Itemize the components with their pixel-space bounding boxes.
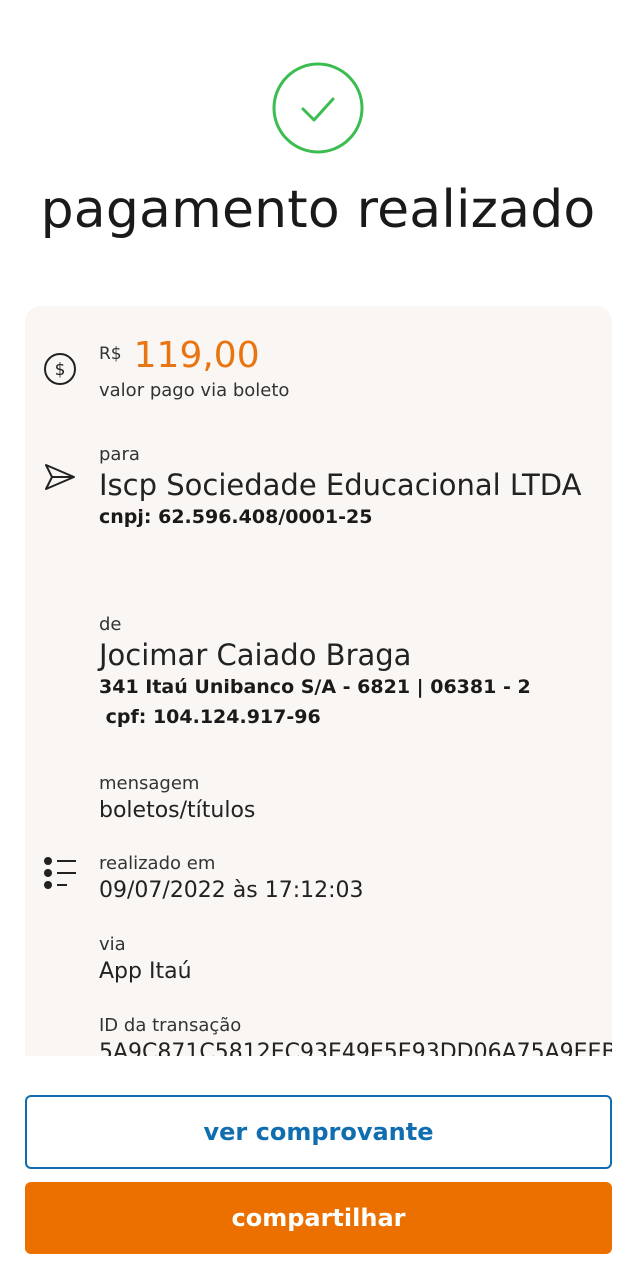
payer-label: de: [99, 614, 122, 635]
date-label: realizado em: [99, 853, 216, 874]
send-icon: [45, 464, 75, 490]
amount-value: 119,00: [133, 335, 260, 376]
recipient-section: para Iscp Sociedade Educacional LTDA cnp…: [99, 444, 602, 532]
currency-symbol: R$: [99, 344, 122, 364]
payer-document: cpf: 104.124.917-96: [99, 706, 321, 728]
page-title: pagamento realizado: [40, 180, 596, 240]
share-button[interactable]: compartilhar: [25, 1182, 612, 1254]
payer-section: de Jocimar Caiado Braga 341 Itaú Unibanc…: [99, 614, 602, 732]
channel-label: via: [99, 934, 126, 955]
transaction-section: ID da transação 5A9C871C5812EC93E49E5E93…: [99, 1015, 612, 1056]
check-circle-icon: [272, 62, 364, 154]
transaction-id: 5A9C871C5812EC93E49E5E93DD06A75A9EEBD: [99, 1040, 612, 1056]
date-value: 09/07/2022 às 17:12:03: [99, 878, 364, 903]
date-section: realizado em 09/07/2022 às 17:12:03: [99, 853, 602, 905]
message-label: mensagem: [99, 773, 200, 794]
transaction-label: ID da transação: [99, 1015, 242, 1036]
svg-text:$: $: [55, 360, 66, 380]
payment-details-card: $ R$ 119,00 valor pago via boleto para I…: [25, 306, 612, 1056]
amount-section: R$ 119,00 valor pago via boleto: [99, 336, 602, 402]
message-value: boletos/títulos: [99, 798, 256, 823]
view-receipt-button[interactable]: ver comprovante: [25, 1095, 612, 1169]
payer-name: Jocimar Caiado Braga: [99, 638, 412, 672]
message-section: mensagem boletos/títulos: [99, 773, 602, 825]
channel-section: via App Itaú: [99, 934, 602, 986]
recipient-name: Iscp Sociedade Educacional LTDA: [99, 468, 582, 502]
recipient-label: para: [99, 444, 140, 465]
recipient-document: cnpj: 62.596.408/0001-25: [99, 506, 373, 528]
list-icon: [44, 857, 76, 889]
dollar-circle-icon: $: [44, 353, 76, 385]
channel-value: App Itaú: [99, 959, 192, 984]
payer-bank: 341 Itaú Unibanco S/A - 6821 | 06381 - 2: [99, 676, 531, 698]
amount-label: valor pago via boleto: [99, 380, 290, 401]
